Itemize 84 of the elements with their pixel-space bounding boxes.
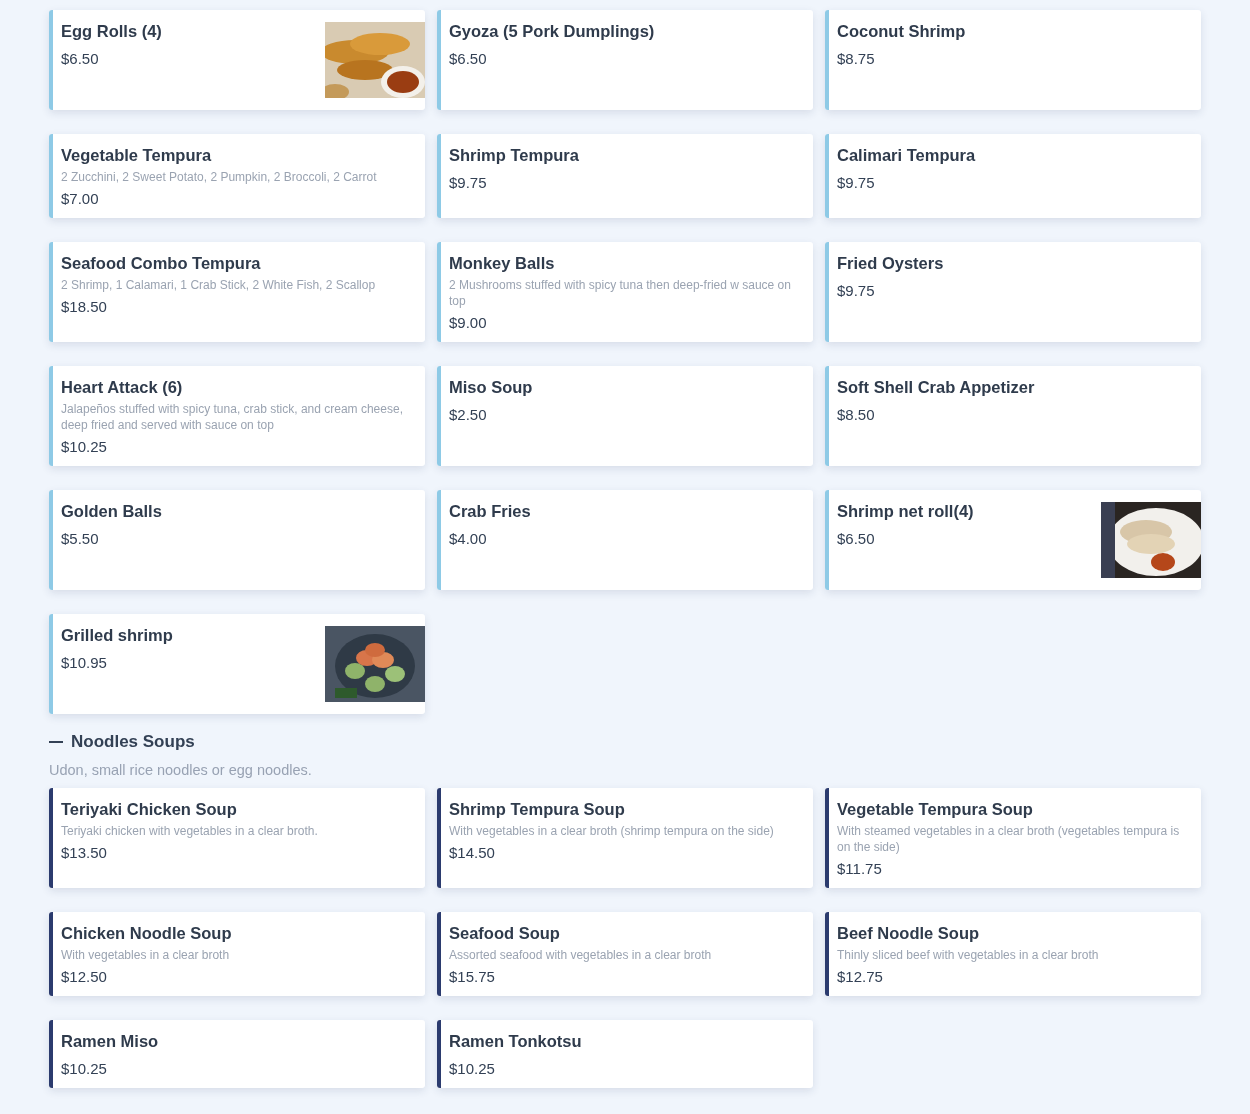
item-name: Crab Fries [449, 501, 532, 522]
menu-item-card[interactable]: Shrimp net roll(4) $6.50 [825, 490, 1201, 590]
menu-item-card[interactable]: Chicken Noodle Soup With vegetables in a clear broth $12.50 [49, 912, 425, 996]
item-price: $6.50 [449, 49, 488, 69]
menu-item-card[interactable]: Monkey Balls 2 Mushrooms stuffed with spicy tuna then deep-fried w sauce on top $9.00 [437, 242, 813, 342]
item-description: Assorted seafood with vegetables in a clear broth [449, 947, 713, 963]
item-name: Fried Oysters [837, 253, 945, 274]
item-name: Ramen Tonkotsu [449, 1031, 583, 1052]
item-name: Seafood Soup [449, 923, 561, 944]
menu-item-card[interactable]: Beef Noodle Soup Thinly sliced beef with vegetables in a clear broth $12.75 [825, 912, 1201, 996]
menu-item-card[interactable]: Fried Oysters $9.75 [825, 242, 1201, 342]
menu-item-card[interactable]: Miso Soup $2.50 [437, 366, 813, 466]
section-title[interactable]: Noodles Soups [71, 732, 195, 752]
item-price: $8.50 [837, 405, 876, 425]
item-price: $12.50 [61, 967, 108, 987]
menu-item-card[interactable]: Shrimp Tempura $9.75 [437, 134, 813, 218]
item-name: Ramen Miso [61, 1031, 160, 1052]
item-price: $10.25 [61, 1059, 108, 1079]
item-description: Teriyaki chicken with vegetables in a clear broth. [61, 823, 319, 839]
item-description: With vegetables in a clear broth [61, 947, 231, 963]
item-price: $12.75 [837, 967, 884, 987]
menu-item-card[interactable]: Heart Attack (6) Jalapeños stuffed with spicy tuna, crab stick, and cream cheese, deep fried and served with sauce on top $10.25 [49, 366, 425, 466]
menu-item-card[interactable]: Vegetable Tempura Soup With steamed vegetables in a clear broth (vegetables tempura is on the side) $11.75 [825, 788, 1201, 888]
menu-item-card[interactable]: Vegetable Tempura 2 Zucchini, 2 Sweet Potato, 2 Pumpkin, 2 Broccoli, 2 Carrot $7.00 [49, 134, 425, 218]
menu-item-card[interactable]: Shrimp Tempura Soup With vegetables in a clear broth (shrimp tempura on the side) $14.50 [437, 788, 813, 888]
menu-item-card[interactable]: Gyoza (5 Pork Dumplings) $6.50 [437, 10, 813, 110]
item-price: $10.25 [61, 437, 108, 457]
menu-item-card[interactable]: Calimari Tempura $9.75 [825, 134, 1201, 218]
item-price: $10.25 [449, 1059, 496, 1079]
item-name: Heart Attack (6) [61, 377, 184, 398]
item-description: With steamed vegetables in a clear broth (vegetables tempura is on the side) [837, 823, 1181, 855]
item-name: Seafood Combo Tempura [61, 253, 262, 274]
item-price: $6.50 [837, 529, 876, 549]
menu-item-card[interactable]: Grilled shrimp $10.95 [49, 614, 425, 714]
item-price: $9.75 [449, 173, 488, 193]
menu-item-card[interactable]: Seafood Combo Tempura 2 Shrimp, 1 Calamari, 1 Crab Stick, 2 White Fish, 2 Scallop $18.50 [49, 242, 425, 342]
item-name: Soft Shell Crab Appetizer [837, 377, 1036, 398]
item-name: Vegetable Tempura [61, 145, 213, 166]
item-price: $9.75 [837, 281, 876, 301]
item-description: With vegetables in a clear broth (shrimp tempura on the side) [449, 823, 775, 839]
item-name: Calimari Tempura [837, 145, 977, 166]
menu-item-card[interactable]: Coconut Shrimp $8.75 [825, 10, 1201, 110]
item-name: Beef Noodle Soup [837, 923, 981, 944]
item-price: $2.50 [449, 405, 488, 425]
menu-item-card[interactable]: Ramen Miso $10.25 [49, 1020, 425, 1088]
item-name: Golden Balls [61, 501, 163, 522]
item-name: Teriyaki Chicken Soup [61, 799, 238, 820]
item-description: 2 Shrimp, 1 Calamari, 1 Crab Stick, 2 White Fish, 2 Scallop [61, 277, 377, 293]
menu-item-card[interactable]: Soft Shell Crab Appetizer $8.50 [825, 366, 1201, 466]
menu-item-card[interactable]: Crab Fries $4.00 [437, 490, 813, 590]
menu-item-card[interactable]: Ramen Tonkotsu $10.25 [437, 1020, 813, 1088]
item-name: Gyoza (5 Pork Dumplings) [449, 21, 656, 42]
item-name: Egg Rolls (4) [61, 21, 163, 42]
item-price: $11.75 [837, 859, 883, 879]
menu-item-card[interactable]: Teriyaki Chicken Soup Teriyaki chicken with vegetables in a clear broth. $13.50 [49, 788, 425, 888]
item-description: Jalapeños stuffed with spicy tuna, crab stick, and cream cheese, deep fried and served with sauce on top [61, 401, 404, 433]
item-name: Monkey Balls [449, 253, 556, 274]
item-name: Shrimp Tempura Soup [449, 799, 626, 820]
item-price: $10.95 [61, 653, 108, 673]
item-price: $18.50 [61, 297, 108, 317]
item-price: $7.00 [61, 189, 100, 209]
item-price: $15.75 [449, 967, 496, 987]
item-price: $5.50 [61, 529, 100, 549]
item-description: Thinly sliced beef with vegetables in a clear broth [837, 947, 1100, 963]
item-price: $9.00 [449, 313, 488, 333]
item-name: Chicken Noodle Soup [61, 923, 233, 944]
item-price: $8.75 [837, 49, 876, 69]
item-name: Miso Soup [449, 377, 534, 398]
item-name: Shrimp net roll(4) [837, 501, 975, 522]
item-name: Grilled shrimp [61, 625, 174, 646]
item-price: $13.50 [61, 843, 108, 863]
item-price: $9.75 [837, 173, 876, 193]
menu-item-card[interactable]: Golden Balls $5.50 [49, 490, 425, 590]
item-name: Coconut Shrimp [837, 21, 967, 42]
item-name: Shrimp Tempura [449, 145, 580, 166]
menu-item-card[interactable]: Seafood Soup Assorted seafood with vegetables in a clear broth $15.75 [437, 912, 813, 996]
menu-item-card[interactable]: Egg Rolls (4) $6.50 [49, 10, 425, 110]
section-description: Udon, small rice noodles or egg noodles. [49, 762, 313, 778]
item-price: $4.00 [449, 529, 488, 549]
item-description: 2 Mushrooms stuffed with spicy tuna then deep-fried w sauce on top [449, 277, 792, 309]
item-description: 2 Zucchini, 2 Sweet Potato, 2 Pumpkin, 2 Broccoli, 2 Carrot [61, 169, 378, 185]
item-name: Vegetable Tempura Soup [837, 799, 1034, 820]
item-price: $6.50 [61, 49, 100, 69]
item-price: $14.50 [449, 843, 496, 863]
